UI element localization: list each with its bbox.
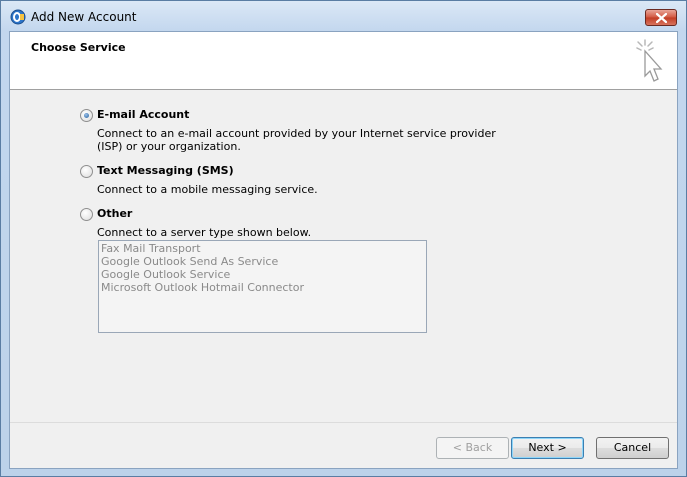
other-radio[interactable]: [80, 208, 93, 221]
other-label[interactable]: Other: [97, 207, 132, 220]
window-title: Add New Account: [31, 10, 137, 24]
server-type-list[interactable]: Fax Mail Transport Google Outlook Send A…: [98, 240, 427, 333]
list-item[interactable]: Google Outlook Send As Service: [101, 255, 424, 268]
email-account-radio[interactable]: [80, 109, 93, 122]
list-item[interactable]: Microsoft Outlook Hotmail Connector: [101, 281, 424, 294]
email-account-label[interactable]: E-mail Account: [97, 108, 189, 121]
other-description: Connect to a server type shown below.: [97, 226, 312, 239]
next-button[interactable]: Next >: [511, 437, 584, 459]
page-title: Choose Service: [31, 41, 126, 54]
close-button[interactable]: [645, 9, 677, 26]
wizard-header: Choose Service: [10, 32, 677, 90]
dialog-window: Add New Account Choose Service E-mail Ac…: [0, 0, 687, 477]
title-bar[interactable]: Add New Account: [1, 1, 686, 31]
text-messaging-description: Connect to a mobile messaging service.: [97, 183, 318, 196]
back-button[interactable]: < Back: [436, 437, 509, 459]
outlook-icon: [10, 9, 26, 25]
text-messaging-radio[interactable]: [80, 165, 93, 178]
cancel-button[interactable]: Cancel: [596, 437, 669, 459]
close-icon: [656, 13, 667, 23]
list-item[interactable]: Google Outlook Service: [101, 268, 424, 281]
wizard-cursor-icon: [633, 38, 667, 87]
dialog-client-area: Choose Service E-mail Account Connect to…: [9, 31, 678, 469]
footer-divider: [10, 422, 677, 423]
text-messaging-label[interactable]: Text Messaging (SMS): [97, 164, 234, 177]
list-item[interactable]: Fax Mail Transport: [101, 242, 424, 255]
email-account-description: Connect to an e-mail account provided by…: [97, 127, 496, 153]
